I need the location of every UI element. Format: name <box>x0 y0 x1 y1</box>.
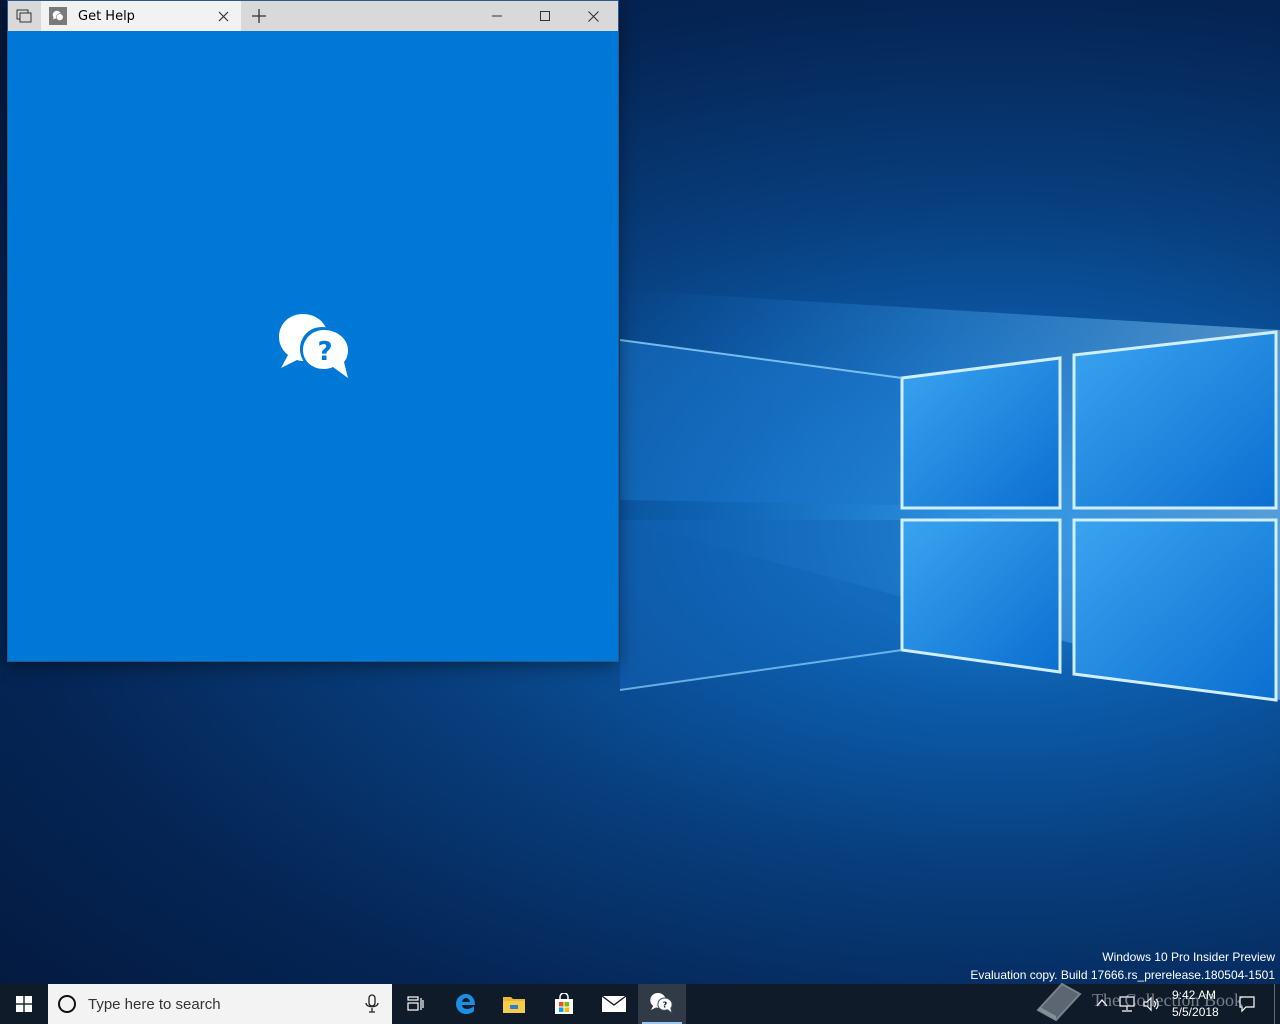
svg-text:?: ? <box>317 337 332 367</box>
get-help-window[interactable]: Get Help ? <box>8 1 618 661</box>
maximize-button[interactable] <box>522 1 568 31</box>
close-button[interactable] <box>570 1 616 31</box>
start-button[interactable] <box>0 984 48 1024</box>
microphone-icon[interactable] <box>364 994 380 1014</box>
mail-button[interactable] <box>590 984 638 1024</box>
close-icon <box>218 11 228 21</box>
minimize-icon <box>492 15 502 17</box>
tab-get-help[interactable]: Get Help <box>41 1 241 31</box>
new-tab-button[interactable] <box>248 5 270 27</box>
tab-title: Get Help <box>78 9 135 24</box>
book-icon <box>1036 982 1082 1022</box>
get-help-splash-icon: ? <box>279 314 352 384</box>
get-help-icon <box>49 7 67 25</box>
file-explorer-icon <box>503 997 525 1013</box>
edge-button[interactable] <box>442 984 490 1024</box>
set-aside-tabs-button[interactable] <box>8 1 40 31</box>
tabs-icon <box>16 9 32 23</box>
get-help-icon: ? <box>650 992 673 1015</box>
mail-icon <box>601 995 627 1012</box>
get-help-taskbar-button[interactable]: ? <box>638 984 686 1024</box>
tab-close-button[interactable] <box>213 6 233 26</box>
minimize-button[interactable] <box>474 1 520 31</box>
search-box[interactable]: Type here to search <box>48 984 392 1024</box>
title-bar[interactable]: Get Help <box>8 1 618 31</box>
collection-book-watermark: The Collection Book <box>1032 976 1252 1022</box>
file-explorer-button[interactable] <box>490 984 538 1024</box>
watermark-line-1: Windows 10 Pro Insider Preview <box>1102 950 1275 964</box>
show-desktop-button[interactable] <box>1274 984 1280 1024</box>
svg-text:?: ? <box>662 999 667 1009</box>
store-icon <box>555 993 573 1014</box>
cortana-icon <box>58 995 76 1013</box>
task-view-button[interactable] <box>392 984 440 1024</box>
maximize-icon <box>540 11 550 21</box>
close-icon <box>587 10 599 22</box>
plus-icon <box>252 9 266 23</box>
edge-icon <box>456 994 475 1014</box>
task-view-icon <box>407 996 424 1011</box>
store-button[interactable] <box>540 984 588 1024</box>
windows-logo-icon <box>16 996 32 1012</box>
search-placeholder: Type here to search <box>88 996 221 1013</box>
watermark-text: The Collection Book <box>1092 990 1243 1010</box>
